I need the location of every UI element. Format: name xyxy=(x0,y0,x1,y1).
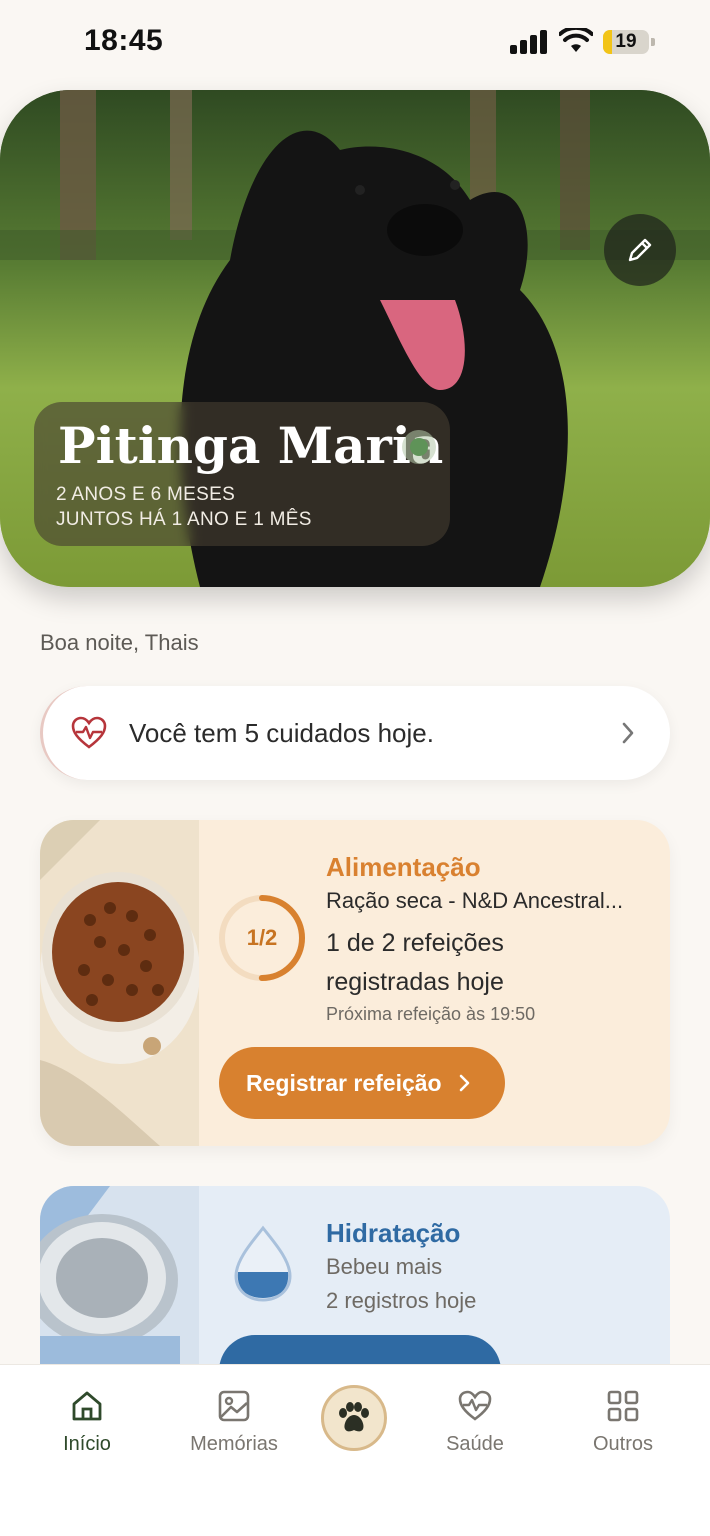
next-meal-text: Próxima refeição às 19:50 xyxy=(326,1004,536,1024)
chevron-right-icon xyxy=(459,1074,470,1092)
wifi-icon xyxy=(559,28,593,52)
edit-pet-button[interactable] xyxy=(604,214,676,286)
register-meal-button[interactable]: Registrar refeição xyxy=(219,1047,505,1119)
tab-outros[interactable]: Outros xyxy=(563,1387,683,1457)
tab-inicio[interactable]: Início xyxy=(27,1387,147,1457)
tab-memorias[interactable]: Memórias xyxy=(174,1387,294,1457)
water-records: 2 registros hoje xyxy=(326,1288,477,1313)
care-banner-text: Você tem 5 cuidados hoje. xyxy=(129,718,434,748)
tab-label: Início xyxy=(63,1433,111,1455)
greeting: Boa noite, Thais xyxy=(40,630,199,655)
heart-pulse-icon xyxy=(458,1390,492,1421)
pet-name: Pitinga Maria xyxy=(58,416,444,475)
tab-pet[interactable] xyxy=(321,1385,387,1451)
pet-hero: Pitinga Maria 2 ANOS E 6 MESES JUNTOS HÁ… xyxy=(0,90,710,587)
tab-label: Memórias xyxy=(190,1433,278,1455)
image-icon xyxy=(218,1390,250,1422)
battery-icon: 19 xyxy=(603,30,655,54)
pet-age: 2 ANOS E 6 MESES xyxy=(56,484,236,505)
status-time: 18:45 xyxy=(84,24,164,57)
battery-level: 19 xyxy=(615,31,637,52)
register-meal-label: Registrar refeição xyxy=(246,1069,442,1096)
pet-together-since: JUNTOS HÁ 1 ANO E 1 MÊS xyxy=(56,509,312,530)
status-bar: 18:45 19 xyxy=(0,0,710,86)
pet-info-card: Pitinga Maria 2 ANOS E 6 MESES JUNTOS HÁ… xyxy=(34,402,450,546)
water-status: Bebeu mais xyxy=(326,1254,443,1279)
meals-count-text: 1 de 2 refeições registradas hoje xyxy=(326,929,504,996)
paw-icon xyxy=(339,1402,369,1432)
tab-label: Saúde xyxy=(446,1433,504,1455)
pencil-icon xyxy=(628,238,652,262)
home-icon xyxy=(72,1391,102,1421)
status-dot-icon xyxy=(402,430,436,464)
grid-icon xyxy=(607,1390,639,1422)
tab-saude[interactable]: Saúde xyxy=(415,1387,535,1457)
tab-label: Outros xyxy=(592,1433,654,1455)
food-bowl-image xyxy=(40,820,199,1146)
meal-progress-label: 1/2 xyxy=(246,925,278,950)
food-card-title: Alimentação xyxy=(326,852,481,882)
chevron-right-icon xyxy=(622,722,634,744)
water-drop-icon xyxy=(234,1225,292,1302)
heart-pulse-icon xyxy=(71,716,107,749)
care-banner[interactable]: Você tem 5 cuidados hoje. xyxy=(40,686,670,780)
water-card-title: Hidratação xyxy=(326,1218,461,1248)
food-card[interactable]: 1/2 Alimentação Ração seca - N&D Ancestr… xyxy=(40,820,670,1146)
signal-icon xyxy=(510,30,550,54)
tab-bar: Início Memórias Saúde Outros xyxy=(0,1364,710,1536)
food-description: Ração seca - N&D Ancestral... xyxy=(326,888,624,913)
